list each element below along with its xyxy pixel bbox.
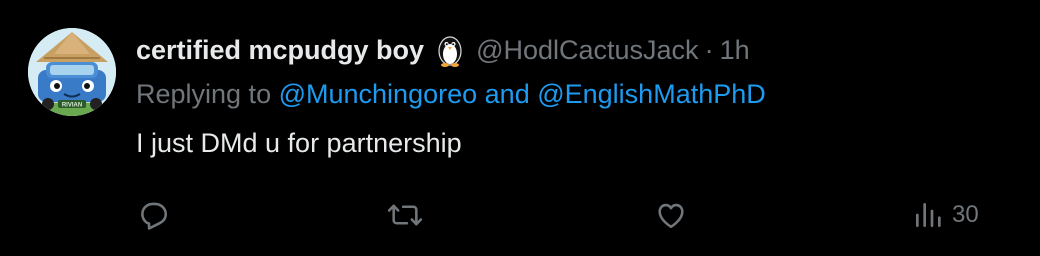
avatar[interactable]: RIVIAN bbox=[28, 28, 116, 116]
separator-dot: · bbox=[704, 34, 714, 65]
timestamp[interactable]: 1h bbox=[720, 35, 750, 66]
penguin-badge-icon bbox=[434, 32, 466, 68]
avatar-plate-text: RIVIAN bbox=[62, 103, 82, 109]
views-icon bbox=[916, 203, 941, 227]
tweet[interactable]: RIVIAN certified mcpudgy boy @HodlCactus… bbox=[0, 0, 1040, 256]
retweet-icon bbox=[387, 204, 423, 226]
reply-button[interactable] bbox=[136, 198, 170, 232]
tweet-header: certified mcpudgy boy @HodlCactusJack · … bbox=[136, 30, 750, 70]
mention-link[interactable]: @Munchingoreo bbox=[279, 79, 478, 109]
tweet-text: I just DMd u for partnership bbox=[136, 128, 462, 158]
views-button[interactable]: 30 bbox=[912, 198, 979, 232]
reply-icon bbox=[141, 202, 168, 230]
user-handle[interactable]: @HodlCactusJack bbox=[476, 35, 699, 66]
like-button[interactable] bbox=[653, 198, 689, 232]
retweet-button[interactable] bbox=[386, 198, 424, 232]
display-name[interactable]: certified mcpudgy boy bbox=[136, 35, 424, 66]
replying-to-label: Replying to bbox=[136, 79, 272, 109]
avatar-image: RIVIAN bbox=[28, 28, 116, 116]
replying-to: Replying to @Munchingoreo and @EnglishMa… bbox=[136, 79, 766, 110]
like-icon bbox=[658, 203, 684, 229]
mention-link[interactable]: @EnglishMathPhD bbox=[537, 79, 766, 109]
action-bar: 30 bbox=[0, 190, 1040, 242]
mention-and: and bbox=[484, 79, 530, 109]
views-count: 30 bbox=[952, 201, 979, 228]
